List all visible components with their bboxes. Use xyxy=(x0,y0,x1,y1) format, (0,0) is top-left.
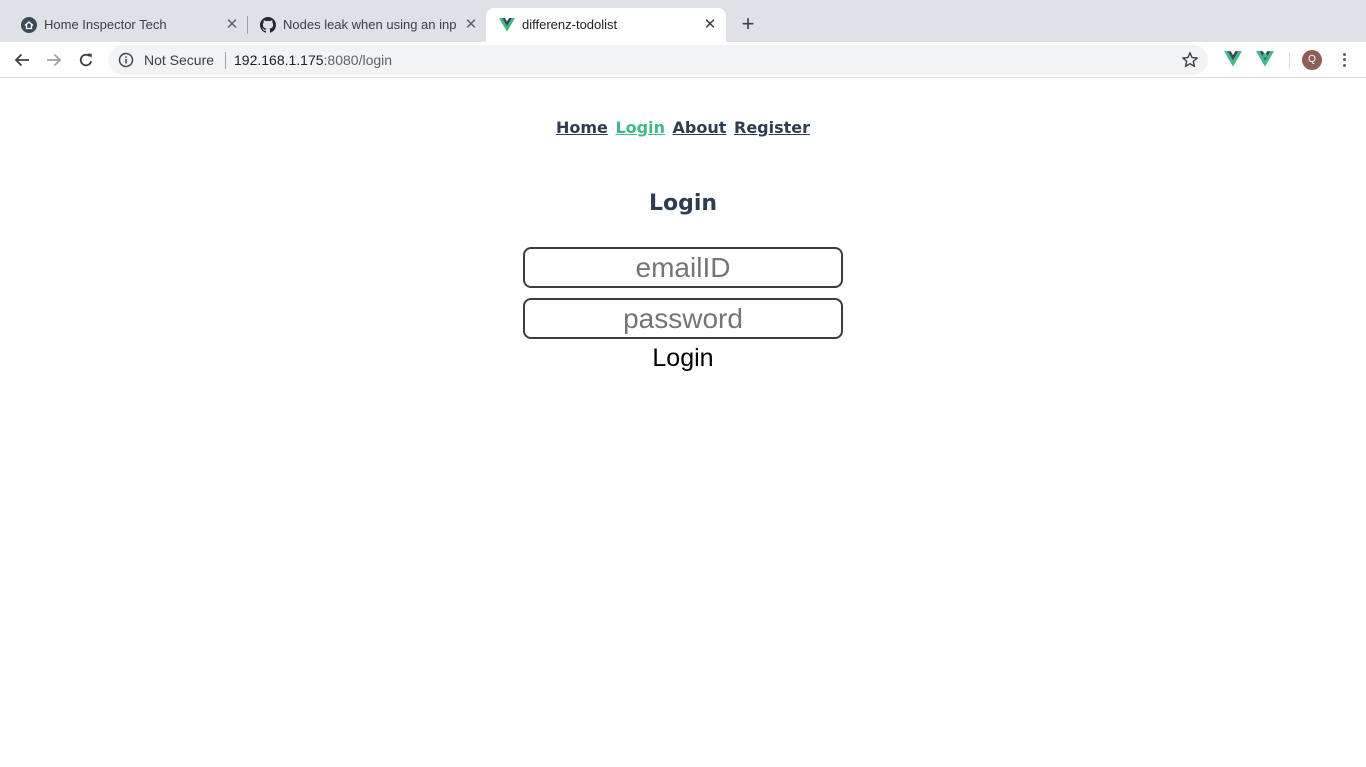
forward-arrow-icon[interactable] xyxy=(42,48,66,72)
close-tab-icon[interactable]: ✕ xyxy=(701,16,719,34)
vue-icon xyxy=(498,16,516,34)
tab-strip: Home Inspector Tech ✕ Nodes leak when us… xyxy=(0,0,1366,42)
back-arrow-icon[interactable] xyxy=(10,48,34,72)
nav-link-register[interactable]: Register xyxy=(734,118,810,137)
email-input[interactable] xyxy=(523,247,843,288)
info-icon[interactable] xyxy=(118,52,134,68)
toolbar-divider xyxy=(1289,52,1290,69)
url-text[interactable]: 192.168.1.175:8080/login xyxy=(234,52,392,68)
browser-toolbar: Not Secure 192.168.1.175:8080/login Q xyxy=(0,42,1366,78)
login-heading: Login xyxy=(648,191,718,216)
vue-extension-icon[interactable] xyxy=(1256,51,1274,69)
nav-link-about[interactable]: About xyxy=(673,118,727,137)
url-path: :8080/login xyxy=(323,52,393,68)
home-inspector-favicon-icon xyxy=(20,16,38,34)
tab-title: Nodes leak when using an input xyxy=(283,17,457,32)
login-button[interactable]: Login xyxy=(0,344,1366,373)
browser-menu-icon[interactable] xyxy=(1336,50,1352,70)
site-nav: Home Login About Register xyxy=(0,118,1366,137)
close-tab-icon[interactable]: ✕ xyxy=(223,16,241,34)
tab-github-issue[interactable]: Nodes leak when using an input ✕ xyxy=(247,8,485,42)
nav-link-home[interactable]: Home xyxy=(556,118,608,137)
reload-icon[interactable] xyxy=(74,48,98,72)
url-host: 192.168.1.175 xyxy=(234,52,324,68)
bookmark-star-icon[interactable] xyxy=(1181,51,1199,69)
vue-devtools-extension-icon[interactable] xyxy=(1224,51,1242,69)
page-content: Home Login About Register Login Login xyxy=(0,79,1366,767)
security-label: Not Secure xyxy=(144,52,215,68)
close-tab-icon[interactable]: ✕ xyxy=(462,16,480,34)
tab-title: differenz-todolist xyxy=(522,17,618,32)
profile-avatar[interactable]: Q xyxy=(1302,50,1322,70)
password-input[interactable] xyxy=(523,298,843,339)
tab-differenz-todolist[interactable]: differenz-todolist ✕ xyxy=(486,8,726,42)
tab-home-inspector[interactable]: Home Inspector Tech ✕ xyxy=(8,8,246,42)
nav-link-login[interactable]: Login xyxy=(615,118,665,137)
new-tab-plus-icon[interactable]: + xyxy=(736,13,760,37)
omnibox-divider xyxy=(225,52,226,69)
github-icon xyxy=(259,16,277,34)
address-bar[interactable]: Not Secure 192.168.1.175:8080/login xyxy=(108,45,1208,75)
tab-title: Home Inspector Tech xyxy=(44,17,167,32)
